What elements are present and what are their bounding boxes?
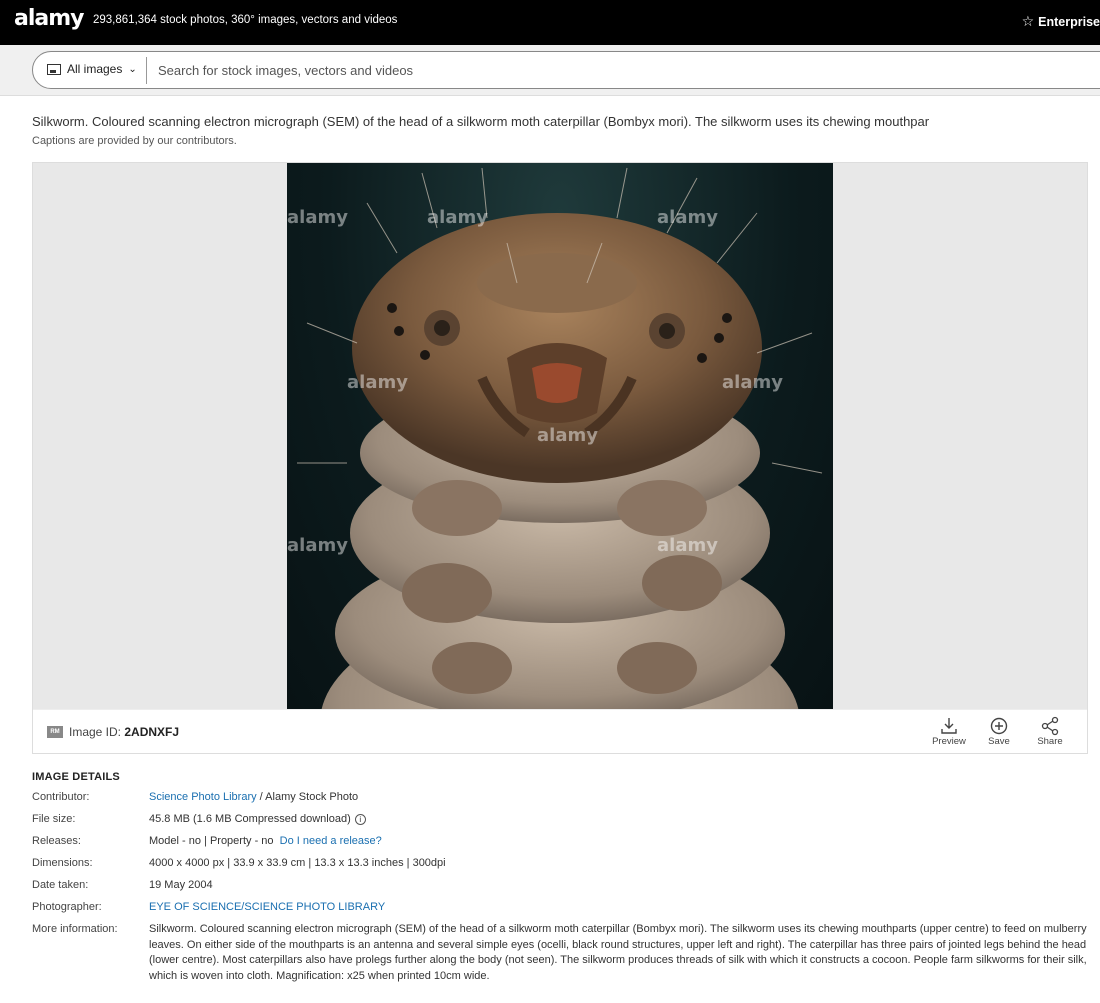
share-label: Share [1037, 736, 1063, 747]
watermark-text: alamy [537, 425, 598, 446]
detail-row-more-info: More information: Silkworm. Coloured sca… [32, 922, 1092, 984]
plus-circle-icon [990, 717, 1008, 735]
search-divider [146, 57, 147, 84]
detail-row-contributor: Contributor: Science Photo Library / Ala… [32, 790, 1092, 805]
detail-value: 45.8 MB (1.6 MB Compressed download) i [149, 812, 1092, 827]
share-button[interactable]: Share [1030, 716, 1070, 747]
image-viewer-footer: RM Image ID: 2ADNXFJ Preview Save Share [33, 709, 1087, 753]
watermark-text: alamy [347, 372, 408, 393]
detail-row-date: Date taken: 19 May 2004 [32, 878, 1092, 893]
detail-row-releases: Releases: Model - no | Property - no Do … [32, 834, 1092, 849]
main-photo[interactable]: alamy alamy alamy alamy alamy alamy alam… [287, 163, 833, 709]
detail-label: More information: [32, 923, 118, 935]
image-viewer: alamy alamy alamy alamy alamy alamy alam… [32, 162, 1088, 754]
preview-label: Preview [932, 736, 966, 747]
download-icon [941, 718, 957, 734]
info-icon[interactable]: i [354, 813, 366, 825]
photographer-link[interactable]: EYE OF SCIENCE/SCIENCE PHOTO LIBRARY [149, 901, 385, 913]
contributor-suffix: / Alamy Stock Photo [256, 791, 359, 803]
release-help-link[interactable]: Do I need a release? [280, 835, 382, 847]
date-taken-value: 19 May 2004 [149, 879, 213, 891]
image-id: Image ID: 2ADNXFJ [69, 725, 179, 739]
star-icon: ☆ [1021, 13, 1035, 29]
watermark-text: alamy [287, 535, 348, 556]
enterprise-label: Enterprise [1038, 15, 1100, 29]
detail-row-photographer: Photographer: EYE OF SCIENCE/SCIENCE PHO… [32, 900, 1092, 915]
silkworm-sem-illustration: alamy alamy alamy alamy alamy alamy alam… [287, 167, 823, 709]
detail-value: EYE OF SCIENCE/SCIENCE PHOTO LIBRARY [149, 900, 1092, 915]
releases-value: Model - no | Property - no [149, 835, 274, 847]
image-icon [47, 63, 61, 75]
caption-note: Captions are provided by our contributor… [32, 135, 237, 147]
rights-managed-badge: RM [47, 726, 63, 738]
more-info-value: Silkworm. Coloured scanning electron mic… [149, 923, 1087, 982]
top-bar: alamy 293,861,364 stock photos, 360° ima… [0, 0, 1100, 45]
detail-row-filesize: File size: 45.8 MB (1.6 MB Compressed do… [32, 812, 1092, 827]
watermark-text: alamy [427, 207, 488, 228]
watermark-text: alamy [657, 535, 718, 556]
watermark-text: alamy [722, 372, 783, 393]
watermark-text: alamy [657, 207, 718, 228]
search-bar-row: All images ⌄ [0, 45, 1100, 96]
watermark-text: alamy [287, 207, 348, 228]
image-caption: Silkworm. Coloured scanning electron mic… [32, 114, 930, 129]
share-icon [1041, 716, 1059, 736]
detail-label: File size: [32, 813, 76, 825]
save-label: Save [988, 736, 1010, 747]
detail-label: Date taken: [32, 879, 89, 891]
detail-label: Dimensions: [32, 857, 93, 869]
detail-label: Releases: [32, 835, 81, 847]
detail-value: Model - no | Property - no Do I need a r… [149, 834, 1092, 849]
detail-label: Contributor: [32, 791, 90, 803]
filesize-value: 45.8 MB (1.6 MB Compressed download) [149, 813, 351, 825]
detail-row-dimensions: Dimensions: 4000 x 4000 px | 33.9 x 33.9… [32, 856, 1092, 871]
dimensions-value: 4000 x 4000 px | 33.9 x 33.9 cm | 13.3 x… [149, 857, 446, 869]
search-box: All images ⌄ [32, 51, 1100, 89]
search-scope-label: All images [67, 62, 123, 76]
contributor-link[interactable]: Science Photo Library [149, 791, 257, 803]
site-tagline: 293,861,364 stock photos, 360° images, v… [93, 14, 398, 26]
image-id-label: Image ID: [69, 725, 122, 739]
detail-value: Science Photo Library / Alamy Stock Phot… [149, 790, 1092, 805]
detail-label: Photographer: [32, 901, 102, 913]
image-id-value: 2ADNXFJ [124, 725, 180, 739]
preview-button[interactable]: Preview [929, 716, 969, 747]
image-details: IMAGE DETAILS Contributor: Science Photo… [32, 771, 1092, 991]
search-scope-dropdown[interactable]: All images ⌄ [47, 62, 137, 76]
save-button[interactable]: Save [979, 716, 1019, 747]
image-details-title: IMAGE DETAILS [32, 771, 120, 783]
enterprise-link[interactable]: ☆ Enterprise [1022, 13, 1100, 30]
chevron-down-icon: ⌄ [128, 63, 137, 75]
search-input[interactable] [158, 58, 958, 82]
alamy-logo[interactable]: alamy [14, 6, 84, 31]
